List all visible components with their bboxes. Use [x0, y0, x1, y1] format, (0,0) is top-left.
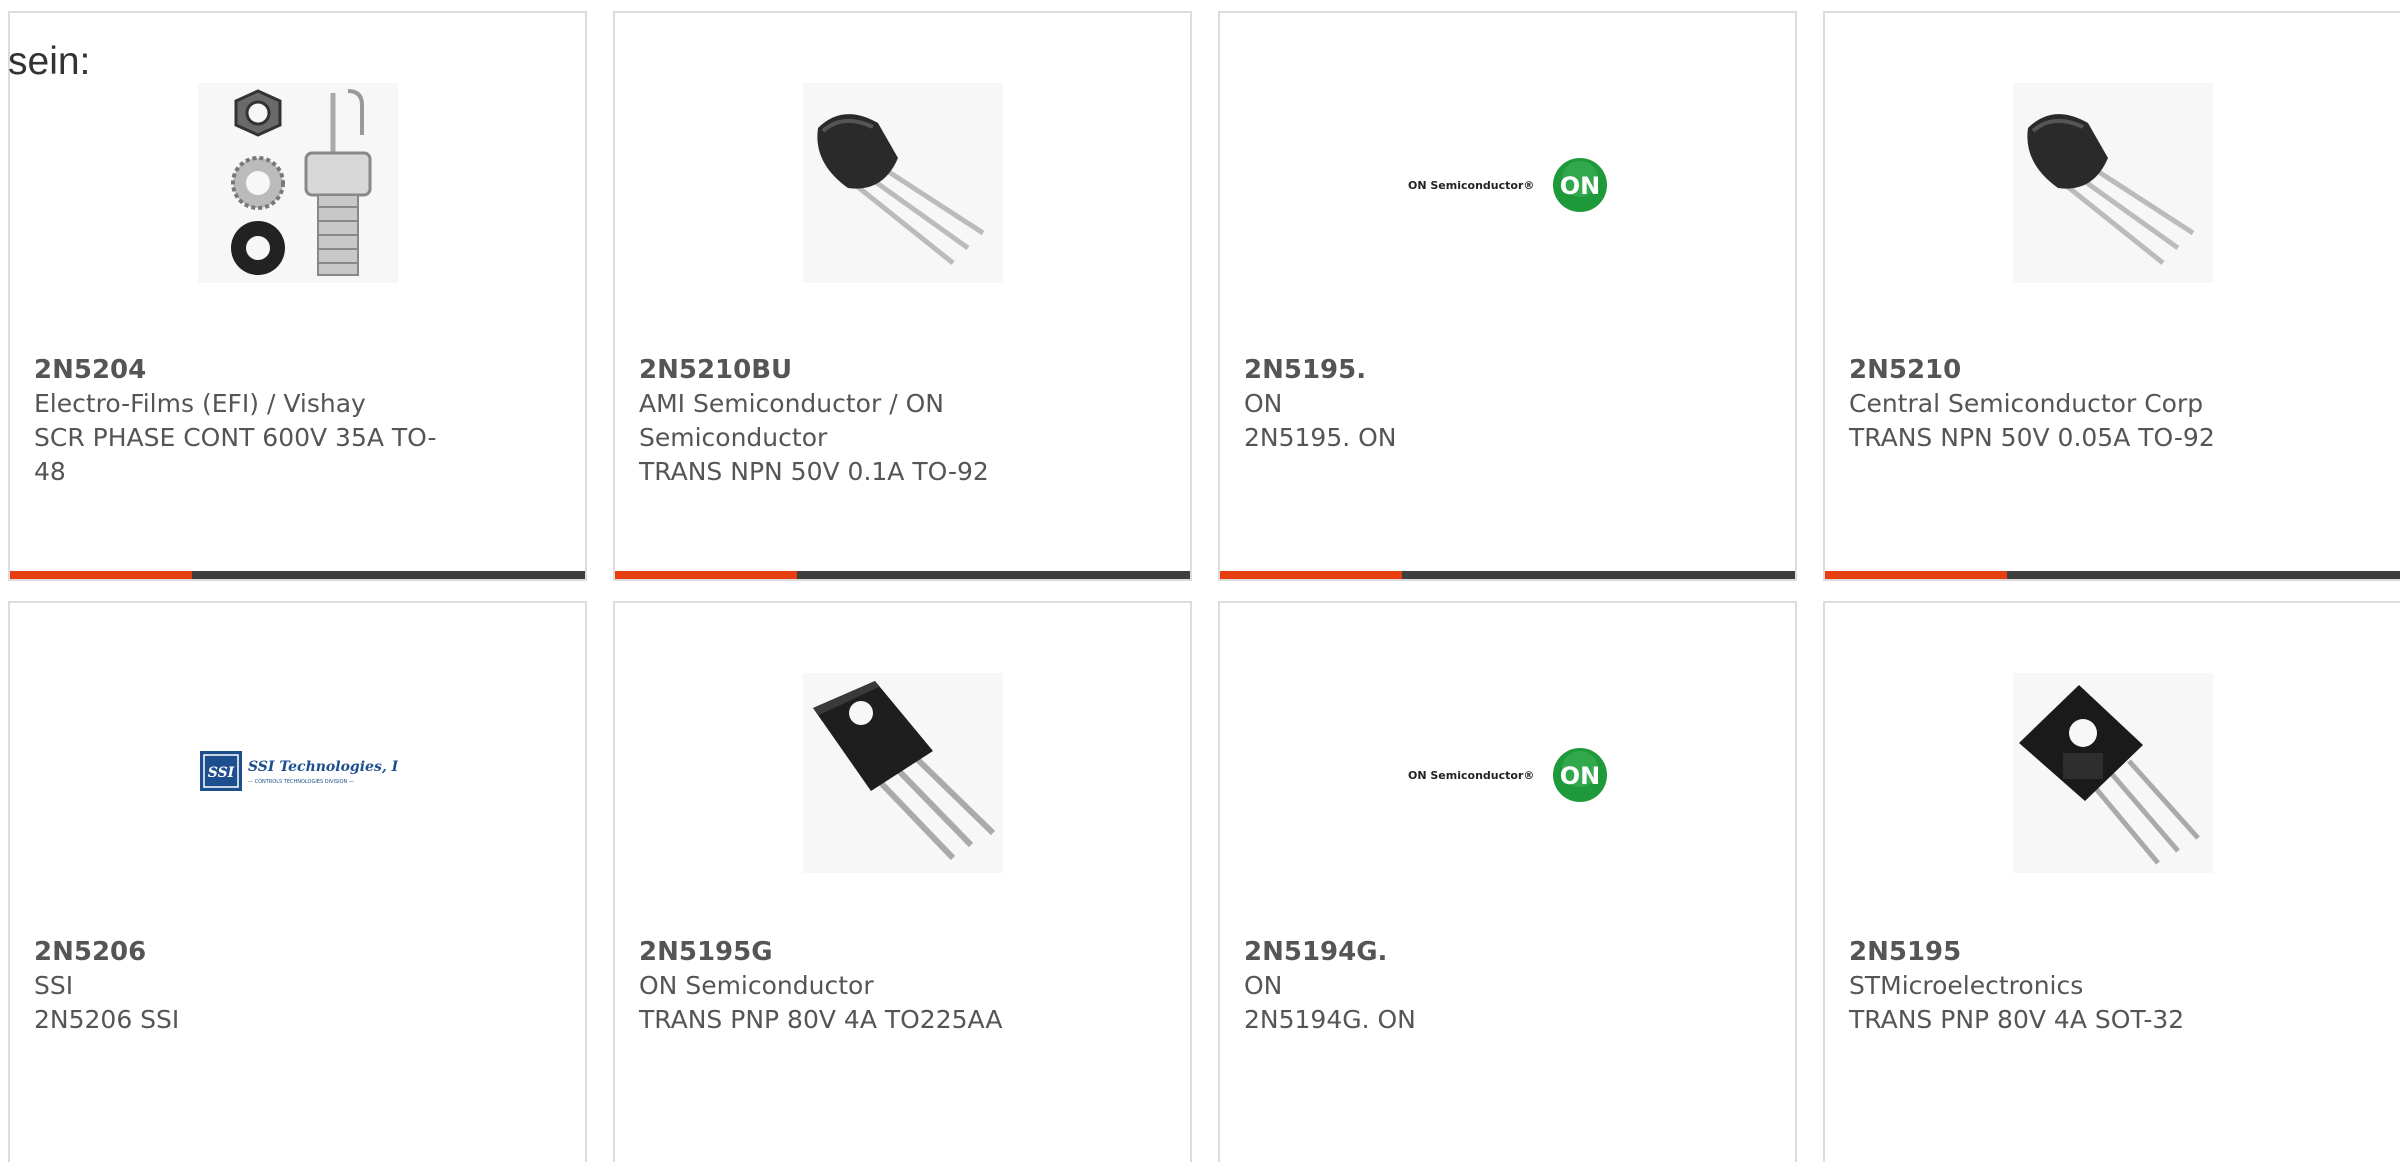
description: 2N5195. ON [1244, 423, 1397, 452]
product-info: 2N5195G ON Semiconductor TRANS PNP 80V 4… [639, 935, 1070, 1037]
product-info: 2N5204 Electro-Films (EFI) / Vishay SCR … [34, 353, 465, 489]
description: 2N5206 SSI [34, 1005, 180, 1034]
sot32-transistor-icon [2012, 673, 2213, 873]
card-accent-bar [1220, 571, 1795, 579]
product-info: 2N5210 Central Semiconductor Corp TRANS … [1849, 353, 2280, 455]
product-grid: 2N5204 Electro-Films (EFI) / Vishay SCR … [8, 11, 2400, 1162]
product-info: 2N5206 SSI 2N5206 SSI [34, 935, 465, 1037]
product-info: 2N5210BU AMI Semiconductor / ON Semicond… [639, 353, 1070, 489]
on-semiconductor-logo: ON Semiconductor® ON [1408, 673, 1608, 873]
svg-text:ON: ON [1559, 762, 1600, 790]
manufacturer: AMI Semiconductor / ON Semiconductor [639, 389, 944, 452]
product-card[interactable]: 2N5195G ON Semiconductor TRANS PNP 80V 4… [613, 601, 1192, 1162]
intro-text: sein: [8, 40, 91, 83]
svg-text:SSI: SSI [207, 765, 234, 781]
manufacturer: ON Semiconductor [639, 971, 874, 1000]
manufacturer: Electro-Films (EFI) / Vishay [34, 389, 366, 418]
manufacturer: STMicroelectronics [1849, 971, 2084, 1000]
on-semiconductor-logo: ON Semiconductor® ON [1408, 83, 1608, 283]
part-number[interactable]: 2N5204 [34, 353, 465, 387]
part-number[interactable]: 2N5210BU [639, 353, 1070, 387]
manufacturer: Central Semiconductor Corp [1849, 389, 2204, 418]
product-card[interactable]: 2N5210BU AMI Semiconductor / ON Semicond… [613, 11, 1192, 581]
part-number[interactable]: 2N5210 [1849, 353, 2280, 387]
product-card[interactable]: 2N5195 STMicroelectronics TRANS PNP 80V … [1823, 601, 2400, 1162]
description: SCR PHASE CONT 600V 35A TO-48 [34, 423, 437, 486]
product-listing-page: sein: 2N5204 Electro-Films (EFI) / Visha… [0, 0, 2400, 1162]
svg-text:SSI Technologies, Inc.: SSI Technologies, Inc. [248, 759, 398, 775]
card-accent-bar [615, 571, 1190, 579]
part-number[interactable]: 2N5206 [34, 935, 465, 969]
card-accent-bar [10, 571, 585, 579]
product-info: 2N5195. ON 2N5195. ON [1244, 353, 1675, 455]
svg-text:ON Semiconductor®: ON Semiconductor® [1408, 769, 1534, 782]
to92-transistor-icon [802, 83, 1003, 283]
product-card[interactable]: 2N5204 Electro-Films (EFI) / Vishay SCR … [8, 11, 587, 581]
svg-text:ON Semiconductor®: ON Semiconductor® [1408, 179, 1534, 192]
product-card[interactable]: ON Semiconductor® ON 2N5194G. ON 2N5194G… [1218, 601, 1797, 1162]
description: TRANS NPN 50V 0.05A TO-92 [1849, 423, 2215, 452]
manufacturer: SSI [34, 971, 74, 1000]
scr-stud-icon [197, 83, 398, 283]
svg-text:ON: ON [1559, 172, 1600, 200]
part-number[interactable]: 2N5194G. [1244, 935, 1675, 969]
part-number[interactable]: 2N5195 [1849, 935, 2280, 969]
product-info: 2N5194G. ON 2N5194G. ON [1244, 935, 1675, 1037]
description: 2N5194G. ON [1244, 1005, 1416, 1034]
manufacturer: ON [1244, 389, 1283, 418]
description: TRANS NPN 50V 0.1A TO-92 [639, 457, 989, 486]
to225-transistor-icon [802, 673, 1003, 873]
description: TRANS PNP 80V 4A TO225AA [639, 1005, 1003, 1034]
ssi-technologies-logo: SSI SSI Technologies, Inc. — CONTROLS TE… [198, 673, 398, 873]
part-number[interactable]: 2N5195. [1244, 353, 1675, 387]
product-card[interactable]: SSI SSI Technologies, Inc. — CONTROLS TE… [8, 601, 587, 1162]
part-number[interactable]: 2N5195G [639, 935, 1070, 969]
product-info: 2N5195 STMicroelectronics TRANS PNP 80V … [1849, 935, 2280, 1037]
product-card[interactable]: ON Semiconductor® ON 2N5195. ON 2N5195. … [1218, 11, 1797, 581]
description: TRANS PNP 80V 4A SOT-32 [1849, 1005, 2185, 1034]
manufacturer: ON [1244, 971, 1283, 1000]
to92-transistor-icon [2012, 83, 2213, 283]
svg-text:— CONTROLS TECHNOLOGIES DIVISI: — CONTROLS TECHNOLOGIES DIVISION — [248, 779, 354, 785]
product-card[interactable]: 2N5210 Central Semiconductor Corp TRANS … [1823, 11, 2400, 581]
card-accent-bar [1825, 571, 2400, 579]
